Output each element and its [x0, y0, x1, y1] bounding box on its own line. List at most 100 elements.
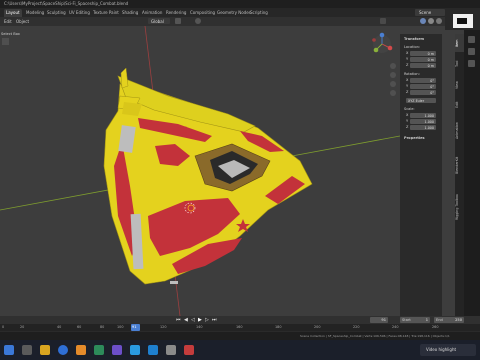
sidebar-tab-tool[interactable]: Tool [455, 55, 464, 73]
proportional-edit-icon[interactable] [195, 18, 201, 24]
next-key-icon[interactable]: ▷ [205, 317, 209, 323]
shading-rendered-icon[interactable] [436, 18, 442, 24]
scene-selector[interactable]: Scene [415, 9, 445, 16]
snap-icon[interactable] [175, 18, 181, 24]
rot-y-axis: Y [406, 84, 409, 88]
playhead-frame: 91 [132, 325, 137, 329]
menu-edit[interactable]: Edit [4, 19, 12, 24]
search-icon[interactable] [22, 345, 32, 355]
taskbar: Video highlight [0, 340, 480, 360]
spreadsheet-app-icon[interactable] [94, 345, 104, 355]
select-tool-icon [2, 38, 9, 45]
chat-app-icon[interactable] [112, 345, 122, 355]
sidebar-tab-blenderkit[interactable]: BlenderKit [455, 149, 464, 181]
rot-x-value: 0° [430, 78, 434, 83]
timeline-controls: ⏮ ◀ ◁ ▶ ▷ ⏭ 91 Start 1 End 250 [0, 316, 480, 324]
prev-key-icon[interactable]: ◀ [184, 317, 188, 323]
start-value: 1 [425, 318, 428, 322]
tab-scripting[interactable]: Scripting [250, 10, 268, 15]
tab-uv-editing[interactable]: UV Editing [69, 10, 90, 15]
file-explorer-icon[interactable] [40, 345, 50, 355]
tick: 120 [160, 325, 167, 329]
tick: 200 [314, 325, 321, 329]
tab-texture-paint[interactable]: Texture Paint [93, 10, 119, 15]
navigation-gizmo[interactable] [372, 32, 393, 53]
loc-x-field[interactable]: 0 m [410, 51, 436, 56]
blender-icon[interactable] [76, 345, 86, 355]
zoom-icon [390, 63, 396, 69]
viewport-canvas[interactable]: Select Box [0, 26, 400, 316]
3d-viewport[interactable]: Select Box [0, 26, 400, 316]
sidebar-tab-rigging[interactable]: Rigging Toolbox [455, 184, 464, 230]
jump-start-icon[interactable]: ⏮ [176, 317, 181, 323]
shading-material-icon[interactable] [428, 18, 434, 24]
play-reverse-icon[interactable]: ◁ [191, 317, 195, 323]
status-text: Scene Collection | SF_Spaceship_Combat |… [300, 334, 450, 338]
scale-x-value: 1.000 [424, 113, 434, 118]
sidebar-tab-edit[interactable]: Edit [455, 97, 464, 113]
playhead[interactable]: 91 [131, 324, 140, 331]
rot-y-value: 0° [430, 84, 434, 89]
scale-z-value: 1.000 [424, 125, 434, 130]
shading-solid-icon[interactable] [420, 18, 426, 24]
tab-sculpting[interactable]: Sculpting [47, 10, 66, 15]
tool-shelf[interactable]: Select Box [1, 32, 21, 45]
play-icon[interactable]: ▶ [198, 317, 202, 323]
render-properties-icon[interactable] [468, 48, 475, 55]
rotation-mode-dropdown[interactable]: XYZ Euler [406, 98, 436, 103]
rot-y-field[interactable]: 0° [410, 84, 436, 89]
tab-animation[interactable]: Animation [142, 10, 162, 15]
properties-header[interactable]: Properties [404, 136, 425, 140]
spaceship-model[interactable] [103, 67, 313, 285]
tick: 20 [20, 325, 25, 329]
loc-z-field[interactable]: 0 m [410, 63, 436, 68]
rot-z-field[interactable]: 0° [410, 90, 436, 95]
rotation-label: Rotation: [404, 72, 420, 76]
loc-y-field[interactable]: 0 m [410, 57, 436, 62]
transform-header[interactable]: Transform [404, 37, 424, 41]
loc-x-value: 0 m [427, 51, 434, 56]
scale-y-value: 1.000 [424, 119, 434, 124]
scale-z-field[interactable]: 1.000 [410, 125, 436, 130]
sidebar-tab-view[interactable]: View [455, 76, 464, 94]
sidebar-tab-item[interactable]: Item [455, 34, 464, 52]
tab-layout[interactable]: Layout [4, 9, 22, 17]
menu-object[interactable]: Object [16, 19, 29, 24]
notification-toast[interactable]: Video highlight [420, 344, 476, 356]
start-icon[interactable] [4, 345, 14, 355]
start-frame-field[interactable]: Start 1 [400, 317, 430, 323]
current-frame-field[interactable]: 91 [370, 317, 388, 323]
end-frame-field[interactable]: End 250 [434, 317, 464, 323]
sidebar-tab-animation[interactable]: Animation [455, 116, 464, 146]
loc-z-axis: Z [406, 63, 409, 67]
tab-modeling[interactable]: Modeling [26, 10, 44, 15]
transform-orientation-dropdown[interactable]: Global [148, 18, 170, 24]
playback-controls[interactable]: ⏮ ◀ ◁ ▶ ▷ ⏭ [176, 317, 226, 323]
scale-y-field[interactable]: 1.000 [410, 119, 436, 124]
tool-properties-icon[interactable] [468, 36, 475, 43]
tab-geometry-nodes[interactable]: Geometry Nodes [217, 10, 251, 15]
end-value: 250 [455, 318, 462, 322]
scale-x-field[interactable]: 1.000 [410, 113, 436, 118]
steam-icon[interactable] [148, 345, 158, 355]
workspace-tabs: Layout Modeling Sculpting UV Editing Tex… [0, 8, 480, 17]
overlay-icon[interactable] [380, 18, 386, 24]
app-icon[interactable] [166, 345, 176, 355]
tab-rendering[interactable]: Rendering [166, 10, 186, 15]
tick: 100 [117, 325, 124, 329]
edge-icon[interactable] [130, 345, 140, 355]
loc-y-value: 0 m [427, 57, 434, 62]
output-properties-icon[interactable] [468, 60, 475, 67]
red-app-icon[interactable] [184, 345, 194, 355]
tab-compositing[interactable]: Compositing [190, 10, 215, 15]
jump-end-icon[interactable]: ⏭ [212, 317, 217, 323]
loc-z-value: 0 m [427, 63, 434, 68]
tab-shading[interactable]: Shading [122, 10, 138, 15]
loc-x-axis: X [406, 51, 409, 55]
timeline-ruler[interactable]: 0 20 40 60 80 100 120 140 160 180 200 22… [0, 324, 480, 331]
tick: 160 [236, 325, 243, 329]
viewport-nav-buttons[interactable] [390, 63, 396, 96]
viewport-header: Edit Object Global [0, 17, 470, 26]
browser-icon[interactable] [58, 345, 68, 355]
rot-x-field[interactable]: 0° [410, 78, 436, 83]
